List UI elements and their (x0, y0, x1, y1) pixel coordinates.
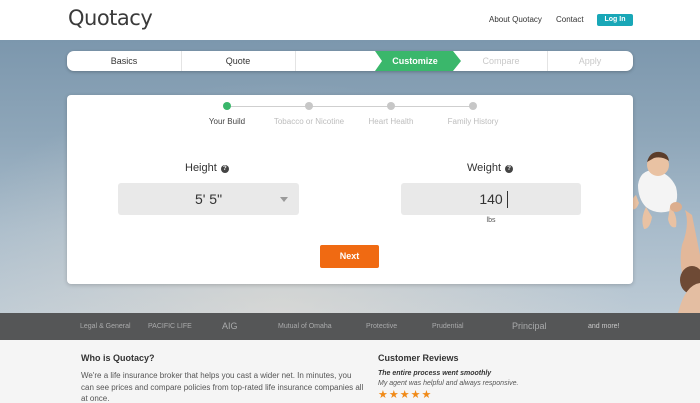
rating-stars: ★★★★★ (378, 389, 433, 401)
partner-logo: Mutual of Omaha (278, 323, 332, 330)
partner-logo: Legal & General (80, 323, 131, 330)
step-apply: Apply (578, 56, 602, 66)
step-compare: Compare (482, 56, 520, 66)
tracker-label-family: Family History (447, 117, 499, 126)
weight-value: 140 (479, 191, 503, 207)
tracker-dot-heart (387, 102, 395, 110)
progress-steps: Basics Quote Customize Compare Apply (67, 51, 633, 71)
build-form-card: Your Build Tobacco or Nicotine Heart Hea… (67, 95, 633, 284)
about-text: We're a life insurance broker that helps… (81, 371, 364, 403)
tracker-line (227, 106, 473, 107)
step-basics[interactable]: Basics (67, 51, 181, 71)
tracker-dot-tobacco (305, 102, 313, 110)
review-body: My agent was helpful and always responsi… (378, 380, 519, 387)
quotacy-logo[interactable]: Quotacy (68, 6, 153, 30)
info-section: Who is Quotacy? We're a life insurance b… (0, 340, 700, 403)
help-icon[interactable]: ? (505, 165, 514, 173)
chevron-down-icon (280, 197, 288, 202)
partner-logo: PACIFIC LIFE (148, 323, 192, 330)
weight-input[interactable]: 140 (401, 183, 581, 215)
nav-about-link[interactable]: About Quotacy (489, 15, 542, 24)
about-title: Who is Quotacy? (81, 353, 155, 363)
weight-unit: lbs (486, 217, 496, 224)
height-select[interactable]: 5' 5" (118, 183, 299, 215)
partner-logo-strip: Legal & General PACIFIC LIFE AIG Mutual … (0, 313, 700, 340)
tracker-dot-your-build (223, 102, 231, 110)
review-headline: The entire process went smoothly (378, 370, 492, 377)
step-customize[interactable]: Customize (375, 51, 461, 71)
login-button[interactable]: Log In (597, 14, 633, 26)
tracker-dot-family (469, 102, 477, 110)
step-quote[interactable]: Quote (181, 51, 295, 71)
step-customize-label: Customize (392, 56, 438, 66)
site-header: Quotacy About Quotacy Contact Log In (0, 0, 700, 40)
family-photo (631, 151, 700, 313)
height-value: 5' 5" (194, 191, 223, 207)
weight-label: Weight? (467, 162, 514, 174)
reviews-title: Customer Reviews (378, 353, 459, 363)
partner-logo: Prudential (432, 323, 464, 330)
next-button[interactable]: Next (320, 245, 379, 268)
help-icon[interactable]: ? (220, 165, 229, 173)
partner-logo: Principal (512, 321, 547, 331)
text-cursor (507, 191, 508, 208)
height-label: Height? (185, 162, 229, 174)
nav-contact-link[interactable]: Contact (556, 15, 584, 24)
partner-logo: Protective (366, 323, 398, 330)
partners-more-text: and more! (588, 323, 620, 330)
partner-logo: AIG (222, 321, 238, 331)
